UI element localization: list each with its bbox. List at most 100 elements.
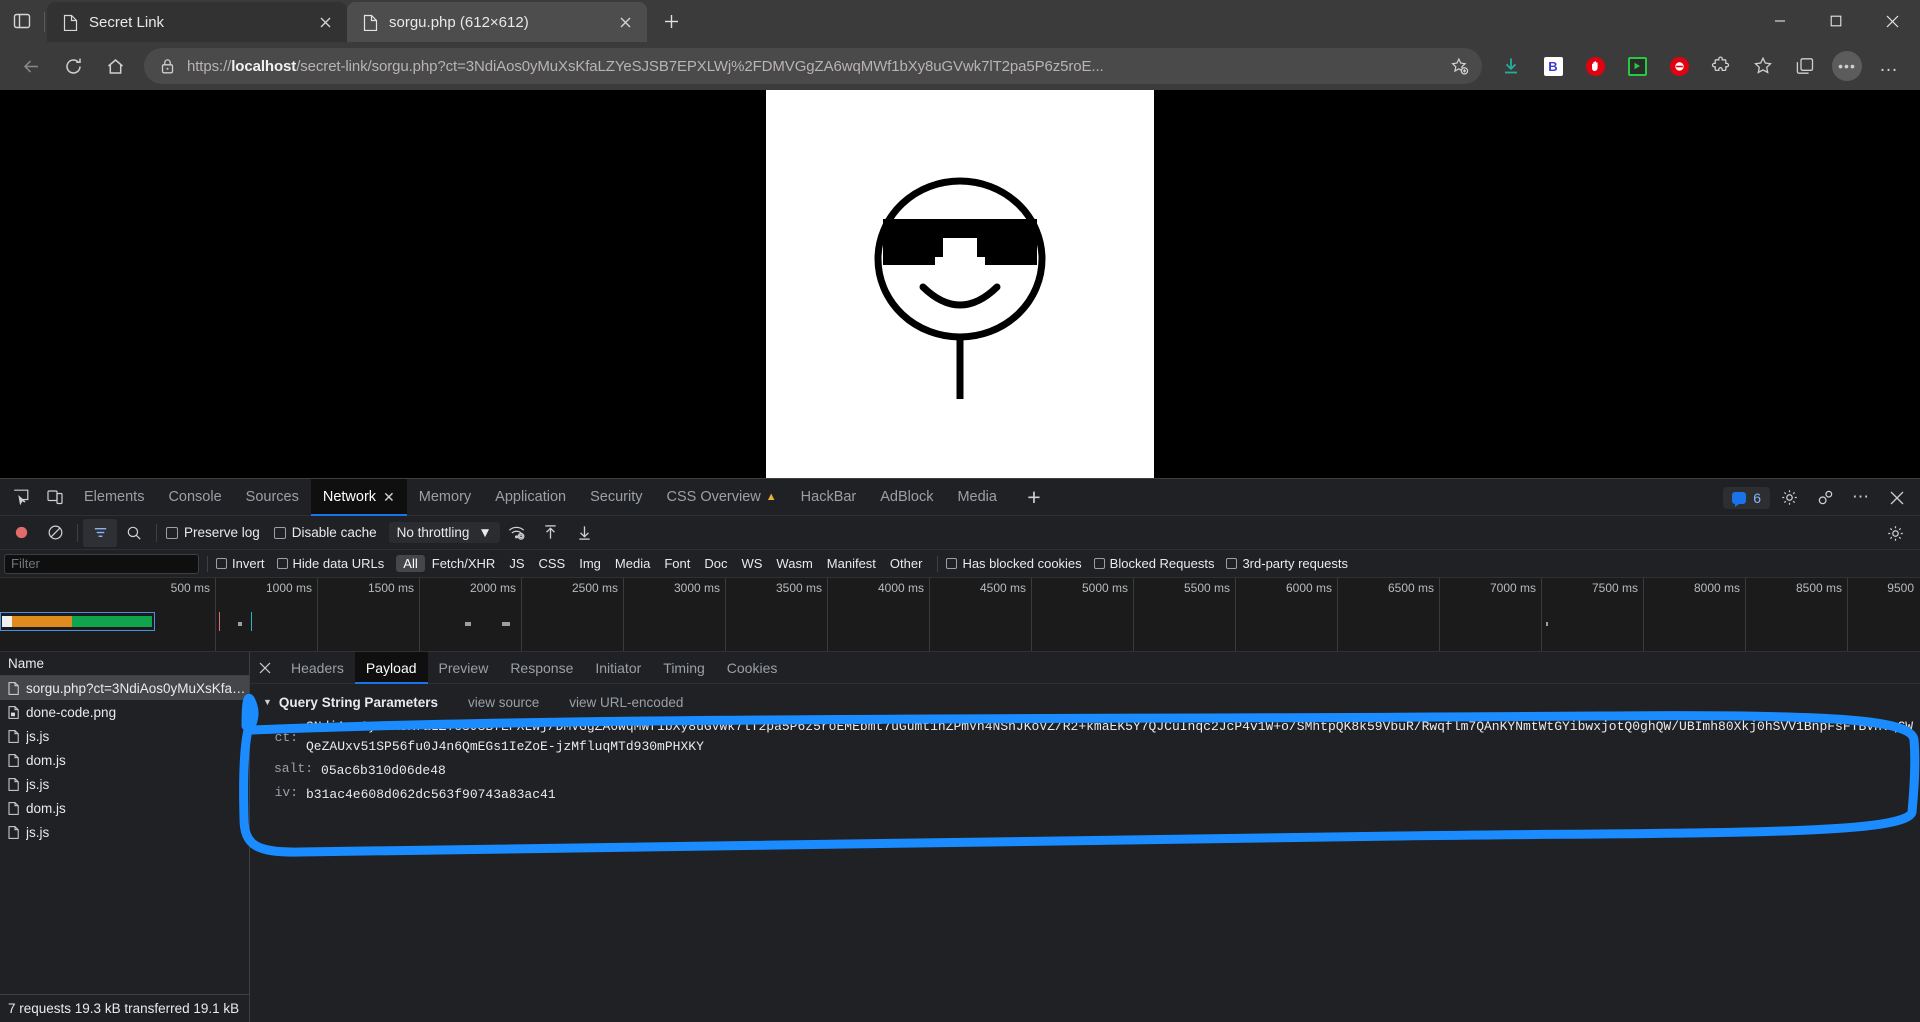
reload-button[interactable] (52, 48, 94, 84)
device-toolbar-icon[interactable] (38, 481, 72, 513)
close-icon[interactable] (613, 10, 637, 34)
has-blocked-cookies-checkbox[interactable]: Has blocked cookies (946, 556, 1082, 571)
request-list-header[interactable]: Name (0, 652, 249, 676)
new-tab-button[interactable] (653, 3, 689, 39)
add-favorite-icon[interactable] (1442, 51, 1476, 81)
network-settings-gear-icon[interactable] (1878, 519, 1912, 547)
tab-secret-link[interactable]: Secret Link (47, 2, 347, 42)
devtools-actions: 6 ⋯ (1723, 479, 1914, 516)
filter-input[interactable] (4, 553, 199, 574)
invert-checkbox[interactable]: Invert (216, 556, 265, 571)
view-source-link[interactable]: view source (468, 695, 539, 710)
list-item[interactable]: js.js (0, 772, 249, 796)
list-item[interactable]: js.js (0, 724, 249, 748)
downloads-icon[interactable] (1490, 48, 1532, 84)
filter-type-font[interactable]: Font (657, 555, 697, 572)
filter-type-wasm[interactable]: Wasm (769, 555, 819, 572)
export-har-button[interactable] (568, 519, 602, 547)
tab-sorgu-php[interactable]: sorgu.php (612×612) (347, 2, 647, 42)
tab-sources[interactable]: Sources (234, 479, 311, 516)
blocked-requests-checkbox[interactable]: Blocked Requests (1093, 556, 1214, 571)
tab-response[interactable]: Response (499, 652, 584, 684)
add-panel-button[interactable]: + (1017, 481, 1051, 513)
extensions-puzzle-icon[interactable] (1700, 48, 1742, 84)
maximize-button[interactable] (1808, 0, 1864, 42)
throttling-select[interactable]: No throttling ▼ (388, 522, 500, 543)
avatar[interactable]: ••• (1832, 51, 1862, 81)
filter-type-img[interactable]: Img (572, 555, 608, 572)
tab-security[interactable]: Security (578, 479, 654, 516)
tab-adblock[interactable]: AdBlock (868, 479, 945, 516)
clear-button[interactable] (38, 519, 72, 547)
tick-label: 1000 ms (265, 581, 312, 595)
filter-type-media[interactable]: Media (608, 555, 657, 572)
address-bar[interactable]: https://localhost/secret-link/sorgu.php?… (144, 48, 1482, 84)
tab-css-overview[interactable]: CSS Overview ▲ (654, 479, 788, 516)
tab-initiator[interactable]: Initiator (584, 652, 652, 684)
chevron-down-icon[interactable]: ▼ (263, 697, 272, 707)
tab-console[interactable]: Console (156, 479, 233, 516)
filter-type-css[interactable]: CSS (532, 555, 573, 572)
record-stop-button[interactable] (4, 519, 38, 547)
third-party-requests-checkbox[interactable]: 3rd-party requests (1226, 556, 1348, 571)
filter-type-all[interactable]: All (396, 555, 425, 572)
close-icon[interactable]: ✕ (383, 489, 395, 506)
filter-type-ws[interactable]: WS (734, 555, 769, 572)
close-detail-icon[interactable] (250, 652, 280, 684)
close-window-button[interactable] (1864, 0, 1920, 42)
view-url-encoded-link[interactable]: view URL-encoded (569, 695, 683, 710)
video-extension-icon[interactable] (1616, 48, 1658, 84)
minimize-button[interactable] (1752, 0, 1808, 42)
customize-icon[interactable] (1808, 482, 1842, 514)
close-devtools-icon[interactable] (1880, 482, 1914, 514)
disable-cache-checkbox[interactable]: Disable cache (273, 525, 377, 540)
network-conditions-button[interactable] (500, 519, 534, 547)
shield-extension-icon[interactable] (1658, 48, 1700, 84)
back-button[interactable] (10, 48, 52, 84)
tick-label: 7000 ms (1489, 581, 1536, 595)
favorites-icon[interactable] (1742, 48, 1784, 84)
hide-data-urls-checkbox[interactable]: Hide data URLs (276, 556, 384, 571)
preserve-log-checkbox[interactable]: Preserve log (166, 525, 260, 540)
more-options-icon[interactable]: ⋯ (1844, 482, 1878, 514)
network-overview-timeline[interactable]: 500 ms 1000 ms 1500 ms 2000 ms 2500 ms 3… (0, 578, 1920, 652)
import-har-button[interactable] (534, 519, 568, 547)
request-list-body[interactable]: sorgu.php?ct=3NdiAos0yMuXsKfa… done-code… (0, 676, 249, 994)
filter-type-doc[interactable]: Doc (697, 555, 734, 572)
list-item[interactable]: dom.js (0, 748, 249, 772)
param-value[interactable]: 05ac6b310d06de48 (321, 761, 1920, 781)
list-item[interactable]: js.js (0, 820, 249, 844)
close-icon[interactable] (313, 10, 337, 34)
filter-type-js[interactable]: JS (502, 555, 531, 572)
search-button[interactable] (117, 519, 151, 547)
list-item[interactable]: done-code.png (0, 700, 249, 724)
settings-gear-icon[interactable] (1772, 482, 1806, 514)
bitwarden-extension-icon[interactable]: B (1532, 48, 1574, 84)
tab-payload[interactable]: Payload (354, 651, 428, 684)
more-settings-button[interactable]: … (1868, 48, 1910, 84)
tab-elements[interactable]: Elements (72, 479, 156, 516)
list-item[interactable]: sorgu.php?ct=3NdiAos0yMuXsKfa… (0, 676, 249, 700)
tab-actions-button[interactable] (0, 0, 44, 42)
filter-type-manifest[interactable]: Manifest (820, 555, 883, 572)
param-value[interactable]: 3NdiAos0yMuXsKfaLZYeSJSB7EPXLWj/DMVGgZA6… (306, 717, 1920, 757)
tab-application[interactable]: Application (483, 479, 578, 516)
tab-preview[interactable]: Preview (428, 652, 500, 684)
tab-media[interactable]: Media (945, 479, 1009, 516)
tab-memory[interactable]: Memory (407, 479, 483, 516)
param-value[interactable]: b31ac4e608d062dc563f90743a83ac41 (306, 785, 1920, 805)
console-messages-badge[interactable]: 6 (1723, 486, 1770, 509)
home-button[interactable] (94, 48, 136, 84)
tab-hackbar[interactable]: HackBar (789, 479, 869, 516)
list-item[interactable]: dom.js (0, 796, 249, 820)
collections-icon[interactable] (1784, 48, 1826, 84)
inspect-element-icon[interactable] (4, 481, 38, 513)
filter-type-other[interactable]: Other (883, 555, 930, 572)
tab-network[interactable]: Network ✕ (310, 478, 407, 516)
filter-toggle-button[interactable] (83, 518, 117, 547)
adblock-extension-icon[interactable] (1574, 48, 1616, 84)
tab-timing[interactable]: Timing (652, 652, 716, 684)
tab-headers[interactable]: Headers (280, 652, 355, 684)
filter-type-fetch-xhr[interactable]: Fetch/XHR (425, 555, 503, 572)
tab-cookies[interactable]: Cookies (716, 652, 789, 684)
